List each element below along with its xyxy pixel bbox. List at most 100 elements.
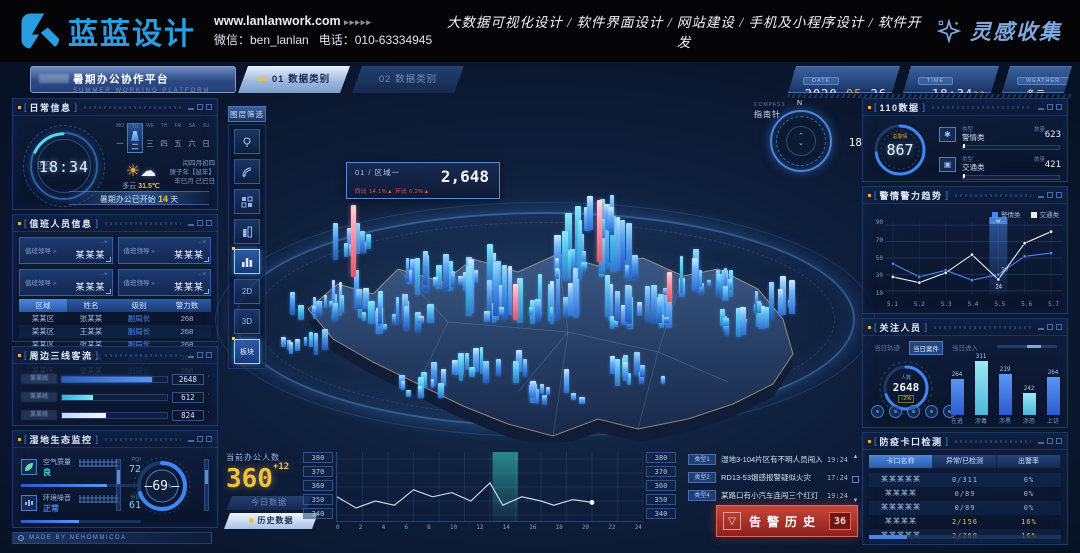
logo-text: 蓝蓝设计 [68, 9, 196, 53]
layer-button-2d[interactable]: 2D [234, 279, 260, 304]
table-row[interactable]: 某某某某2/15616% [869, 515, 1061, 529]
window-icon[interactable] [197, 104, 203, 110]
alert-row[interactable]: 类型4某路口有小汽车连闯三个红灯19:24 [688, 488, 848, 503]
window-icon[interactable] [197, 436, 203, 442]
action-icon[interactable] [907, 405, 920, 418]
layer-button-building[interactable] [234, 219, 260, 244]
expand-icon[interactable] [1056, 192, 1062, 198]
window-icon[interactable] [1047, 104, 1053, 110]
today-data-button[interactable]: 今日数据 [226, 496, 312, 510]
duty-card[interactable]: 值班领导 »··×某某某 [118, 269, 212, 296]
collapse-icon[interactable] [188, 108, 194, 110]
y-tick: 70 [869, 237, 883, 244]
alert-row[interactable]: 类型1湿地3-104片区有不明人员闯入19:24 [688, 452, 848, 467]
table-row[interactable]: 某某某某0/890% [869, 487, 1061, 501]
window-icon[interactable] [1047, 324, 1053, 330]
expand-icon[interactable] [206, 104, 212, 110]
action-icon[interactable] [925, 405, 938, 418]
office-count-value: 360+12 [226, 462, 289, 494]
window-icon[interactable] [1047, 192, 1053, 198]
slider-left[interactable] [116, 459, 121, 511]
bar[interactable] [999, 374, 1012, 415]
panel-title: 日常信息 [30, 101, 72, 114]
collapse-icon[interactable] [1038, 442, 1044, 444]
table-row[interactable]: 某某某某某0/890% [869, 501, 1061, 515]
mini-scrollbar[interactable] [997, 345, 1057, 348]
table-row[interactable]: 某某某某某0/3110% [869, 473, 1061, 487]
checkpoint-progress [869, 535, 1061, 539]
inspiration-collect[interactable]: 灵感收集 [936, 16, 1062, 46]
collapse-icon[interactable] [188, 224, 194, 226]
window-icon[interactable] [1047, 438, 1053, 444]
table-row[interactable]: 某某区张某某副局长268 [19, 312, 211, 325]
duty-card[interactable]: 值班领导 »··×某某某 [19, 237, 113, 264]
layer-button-block[interactable]: 板块 [234, 339, 260, 364]
collapse-icon[interactable] [188, 356, 194, 358]
duty-card[interactable]: 值班领导 »··×某某某 [19, 269, 113, 296]
slider-right[interactable] [204, 459, 209, 511]
bar[interactable] [1047, 377, 1060, 415]
clock-time: 18:34 [24, 158, 104, 176]
layer-button-grid[interactable] [234, 189, 260, 214]
expand-icon[interactable] [1056, 438, 1062, 444]
layer-button-bars[interactable] [234, 249, 260, 274]
window-icon[interactable] [197, 352, 203, 358]
layer-button-signal[interactable] [234, 159, 260, 184]
bar[interactable] [951, 379, 964, 415]
more-icon[interactable]: ··× [199, 272, 207, 278]
layer-button-locate[interactable] [234, 129, 260, 154]
dashboard: 暑期办公协作平台 SUMMER WORKING PLATFORM 01 数据类别… [0, 62, 1080, 553]
tab-data-category-1[interactable]: 01 数据类别 [238, 66, 350, 93]
map-3d[interactable] [268, 202, 828, 442]
action-icon[interactable] [871, 405, 884, 418]
window-icon[interactable] [197, 220, 203, 226]
lanlan-logo[interactable]: 蓝蓝设计 [18, 9, 196, 53]
weather-label: WEATHER [1017, 77, 1069, 85]
site-url[interactable]: www.lanlanwork.com ▸▸▸▸▸ [214, 14, 432, 28]
scroll-down-icon: ▼ [853, 498, 859, 504]
panel-checkpoint: [防疫卡口检测] 卡口名称异常/已检测出警率 某某某某某0/3110% 某某某某… [862, 432, 1068, 545]
expand-icon[interactable] [1056, 324, 1062, 330]
bar[interactable] [975, 361, 988, 415]
y-tick: 380 [303, 452, 333, 463]
alert-scrollbar[interactable]: ▲▼ [851, 454, 860, 504]
bar[interactable] [1023, 393, 1036, 415]
tab-track[interactable]: 当日轨迹 [871, 341, 903, 355]
weekday-active[interactable]: TU二 [127, 123, 143, 153]
leaf-icon [21, 459, 37, 475]
collapse-icon[interactable] [1038, 108, 1044, 110]
more-icon[interactable]: ··× [199, 240, 207, 246]
table-row[interactable]: 某某区王某某副局长268 [19, 325, 211, 338]
lunar-calendar: 闰四月初四庚子年【鼠年】辛巳月 己巳日 [169, 159, 215, 186]
alert-history-banner[interactable]: ▽ 告警历史 36 [716, 505, 858, 537]
x-tick: 5.6 [1021, 301, 1032, 308]
expand-icon[interactable] [1056, 104, 1062, 110]
duty-cards: 值班领导 »··×某某某 值班领导 »··×某某某 值班领导 »··×某某某 值… [19, 237, 211, 296]
tab-led-icon [258, 77, 266, 81]
y-tick: 350 [646, 494, 676, 505]
alert-row[interactable]: 类型2RD13-53烟感报警疑似火灾17:24 [688, 470, 848, 485]
x-tick: 12 [476, 524, 483, 531]
compass-dial[interactable]: ⌃⌄ [770, 110, 832, 172]
duty-card[interactable]: 值班领导 »··×某某某 [118, 237, 212, 264]
expand-icon[interactable] [206, 352, 212, 358]
office-line-chart [336, 452, 642, 522]
expand-icon[interactable] [206, 220, 212, 226]
tab-cases[interactable]: 当日案件 [909, 341, 943, 355]
alert-history-count: 36 [829, 512, 851, 530]
x-tick: 8 [427, 524, 431, 531]
collapse-icon[interactable] [1038, 328, 1044, 330]
collapse-icon[interactable] [188, 440, 194, 442]
layer-filter-title: 图层筛选 [228, 106, 266, 122]
expand-icon[interactable] [206, 436, 212, 442]
record-icon [18, 535, 24, 541]
x-tick: 5.7 [1048, 301, 1059, 308]
action-icon[interactable] [889, 405, 902, 418]
arrows-decoration: ▸▸▸▸▸ [344, 17, 372, 27]
layer-button-3d[interactable]: 3D [234, 309, 260, 334]
tab-data-category-2[interactable]: 02 数据类别 [352, 66, 464, 93]
more-icon[interactable]: ··× [100, 240, 108, 246]
collapse-icon[interactable] [1038, 196, 1044, 198]
more-icon[interactable]: ··× [100, 272, 108, 278]
wechat-label: 微信：ben_lanlan [214, 33, 309, 47]
